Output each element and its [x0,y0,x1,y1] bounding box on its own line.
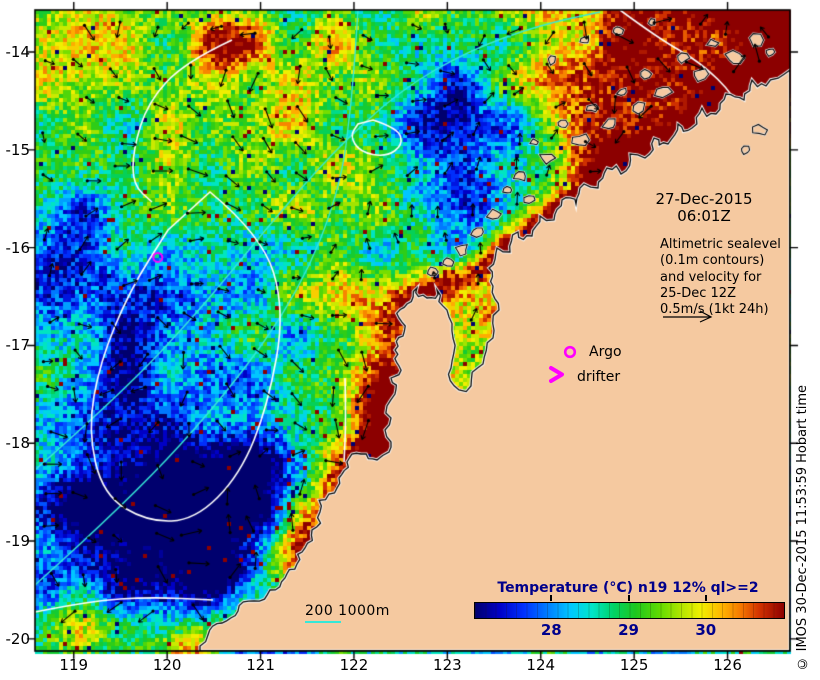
sst-figure: 27-Dec-2015 06:01Z Altimetric sealevel (… [0,0,820,680]
velocity-scale-arrow-icon [663,310,713,323]
x-tick-label: 120 [152,656,182,674]
observation-date: 27-Dec-2015 [655,190,753,208]
colorbar-tick-label: 30 [695,621,717,639]
drifter-marker-icon [549,366,564,383]
y-tick-label: -16 [5,238,31,257]
altimetric-note-line: (0.1m contours) [660,253,765,269]
observation-datetime: 27-Dec-2015 06:01Z [648,191,760,225]
altimetric-note-line: 25-Dec 12Z [660,285,736,301]
sst-map-canvas [25,0,800,661]
colorbar-title: Temperature (°C) n19 12% ql>=2 [497,580,759,596]
x-tick-label: 124 [526,656,556,674]
x-tick-label: 121 [246,656,275,674]
argo-marker-icon [563,345,577,359]
altimetric-note-line: and velocity for [660,269,762,285]
y-tick-label: -20 [5,629,31,648]
y-tick-label: -14 [5,43,31,62]
depth-scale-label: 200 1000m [305,603,390,619]
x-tick-label: 126 [713,656,742,674]
depth-contour-sample-line [305,621,341,623]
drifter-label: drifter [577,369,621,385]
argo-label: Argo [589,344,622,360]
colorbar-tick [550,595,553,601]
x-tick-label: 122 [339,656,369,674]
y-tick-label: -19 [5,532,31,551]
copyright-text: © IMOS 30-Dec-2015 11:53:59 Hobart time [795,385,810,671]
colorbar-tick [704,595,707,601]
colorbar-tick [627,595,630,601]
x-tick-label: 125 [619,656,649,674]
x-tick-label: 123 [433,656,462,674]
colorbar-gradient [474,602,785,619]
x-tick-label: 119 [59,656,89,674]
altimetric-note-line: Altimetric sealevel [660,237,781,252]
y-tick-label: -18 [5,434,31,453]
y-tick-label: -15 [5,140,31,159]
colorbar-tick-label: 29 [618,621,639,639]
altimetric-note: Altimetric sealevel (0.1m contours) and … [660,237,781,318]
observation-time: 06:01Z [677,207,731,225]
colorbar-tick-label: 28 [540,621,562,639]
y-tick-label: -17 [5,336,31,355]
